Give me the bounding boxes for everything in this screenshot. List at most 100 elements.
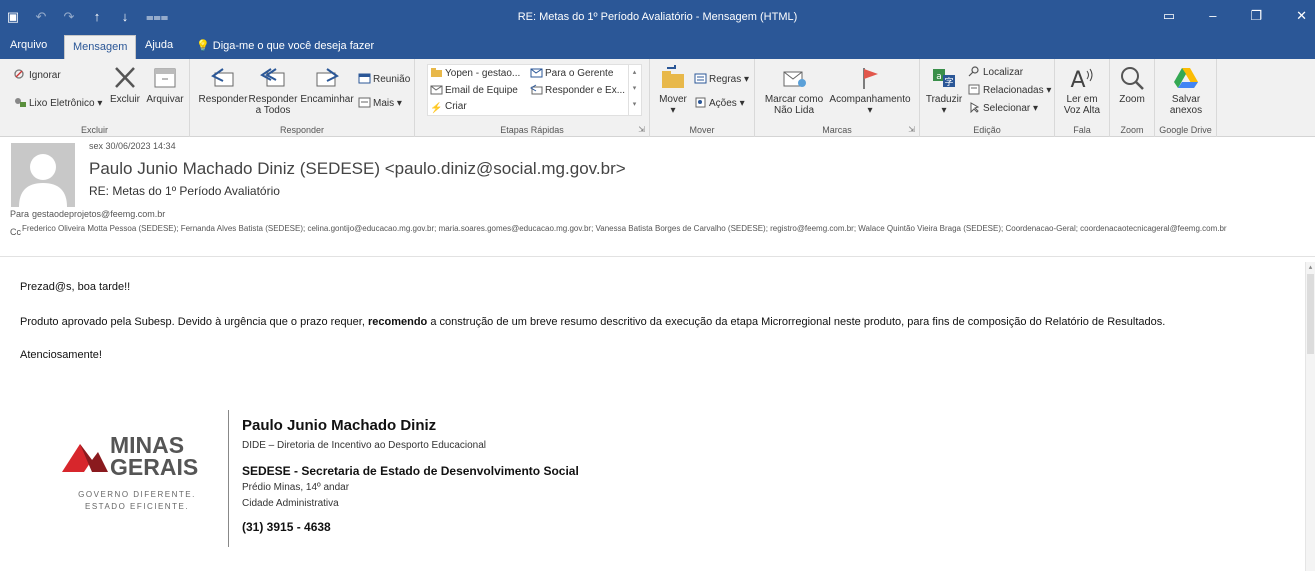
body-paragraph: Produto aprovado pela Subesp. Devido à u… — [20, 316, 1165, 328]
read-aloud-button[interactable]: A Ler em Voz Alta — [1058, 65, 1106, 116]
group-zoom: Zoom Zoom — [1110, 59, 1155, 137]
follow-up-button[interactable]: Acompanhamento ▾ — [827, 65, 913, 116]
signature-name: Paulo Junio Machado Diniz — [242, 417, 437, 434]
folder-icon — [431, 68, 442, 77]
group-etapas-rapidas: Yopen - gestao... Para o Gerente Email d… — [415, 59, 650, 137]
logo-tagline-1: GOVERNO DIFERENTE. — [78, 490, 196, 499]
svg-text:字: 字 — [944, 76, 953, 88]
move-folder-icon — [662, 65, 684, 88]
quick-step-yopen[interactable]: Yopen - gestao... — [430, 67, 520, 79]
quick-step-para-gerente[interactable]: Para o Gerente — [530, 67, 613, 79]
actions-icon — [695, 97, 706, 108]
archive-button[interactable]: Arquivar — [145, 65, 185, 105]
signature-org: SEDESE - Secretaria de Estado de Desenvo… — [242, 464, 579, 478]
logo-text-minas: MINAS — [110, 432, 185, 458]
junk-email-button[interactable]: Lixo Eletrônico ▾ — [14, 97, 102, 109]
cc-label: Cc — [10, 227, 21, 237]
zoom-icon — [1121, 67, 1144, 90]
group-excluir: Ignorar Lixo Eletrônico ▾ Excluir Arquiv… — [0, 59, 190, 137]
group-label-fala: Fala — [1073, 125, 1091, 135]
to-manager-icon — [530, 68, 543, 78]
tab-mensagem[interactable]: Mensagem — [64, 35, 137, 59]
translate-icon: a字 — [933, 69, 955, 88]
cc-recipients[interactable]: Frederico Oliveira Motta Pessoa (SEDESE)… — [22, 224, 1250, 234]
tell-me-label: Diga-me o que você deseja fazer — [212, 40, 375, 52]
translate-button[interactable]: a字 Traduzir ▾ — [924, 65, 964, 116]
quick-step-criar[interactable]: ⚡ Criar — [430, 101, 467, 114]
body-paragraph-bold: recomendo — [367, 316, 428, 328]
mark-unread-icon — [783, 71, 806, 87]
rules-button[interactable]: Regras ▾ — [694, 73, 749, 85]
minimize-icon[interactable]: – — [1209, 8, 1216, 24]
message-subject: RE: Metas do 1º Período Avaliatório — [89, 184, 280, 198]
tab-ajuda[interactable]: Ajuda — [145, 39, 173, 51]
sender-avatar — [11, 143, 75, 207]
ribbon: Ignorar Lixo Eletrônico ▾ Excluir Arquiv… — [0, 59, 1315, 137]
signature-divider — [228, 410, 229, 547]
mark-unread-button[interactable]: Marcar como Não Lida — [763, 65, 825, 116]
window-title: RE: Metas do 1º Período Avaliatório - Me… — [517, 11, 798, 23]
group-label-edicao: Edição — [973, 125, 1001, 135]
group-label-etapas: Etapas Rápidas — [500, 125, 564, 135]
logo-mountain-icon — [62, 444, 108, 472]
move-button[interactable]: Mover ▾ — [656, 65, 690, 116]
logo-text-gerais: GERAIS — [110, 454, 199, 480]
message-date: sex 30/06/2023 14:34 — [89, 141, 176, 151]
tell-me-search[interactable]: 💡 Diga-me o que você deseja fazer — [196, 39, 374, 52]
group-label-gdrive: Google Drive — [1159, 125, 1212, 135]
find-button[interactable]: Localizar — [968, 66, 1023, 78]
ribbon-tabs: Arquivo Mensagem Ajuda 💡 Diga-me o que v… — [0, 35, 1315, 59]
quick-steps-launcher-icon[interactable]: ⇲ — [638, 125, 645, 134]
group-responder: Responder Responder a Todos Encaminhar Re… — [190, 59, 415, 137]
reply-button[interactable]: Responder — [198, 65, 248, 105]
window-controls: ▭ – ❐ ✕ — [1163, 8, 1307, 24]
lightning-icon: ⚡ — [430, 103, 443, 114]
to-line: Para gestaodeprojetos@feemg.com.br — [10, 209, 165, 219]
select-button[interactable]: Selecionar ▾ — [968, 102, 1038, 114]
find-icon — [968, 66, 979, 77]
close-icon[interactable]: ✕ — [1296, 8, 1307, 24]
quick-step-email-equipe[interactable]: Email de Equipe — [430, 84, 518, 96]
scroll-up-icon[interactable]: ▴ — [1307, 264, 1314, 271]
group-label-excluir: Excluir — [80, 125, 108, 135]
ribbon-display-options-icon[interactable]: ▭ — [1163, 8, 1175, 24]
lightbulb-icon: 💡 — [196, 40, 210, 52]
more-respond-button[interactable]: Mais ▾ — [358, 97, 402, 109]
group-edicao: a字 Traduzir ▾ Localizar Relacionadas ▾ Se… — [920, 59, 1055, 137]
restore-icon[interactable]: ❐ — [1250, 8, 1262, 24]
tab-arquivo[interactable]: Arquivo — [10, 39, 47, 51]
quick-steps-scroll[interactable]: ▴ ▾ ▾ — [628, 65, 640, 115]
related-button[interactable]: Relacionadas ▾ — [968, 84, 1051, 96]
group-google-drive: Salvar anexos Google Drive — [1155, 59, 1217, 137]
quick-step-responder-excluir[interactable]: Responder e Ex... — [530, 84, 625, 96]
group-marcas: Marcar como Não Lida Acompanhamento ▾ Marc… — [755, 59, 920, 137]
save-attachments-button[interactable]: Salvar anexos — [1161, 65, 1211, 116]
reply-all-icon — [260, 68, 285, 87]
read-aloud-icon: A — [1070, 68, 1093, 91]
forward-icon — [316, 68, 339, 87]
signature-dept: DIDE – Diretoria de Incentivo ao Desport… — [242, 440, 487, 451]
reply-icon — [211, 68, 234, 87]
ignore-button[interactable]: Ignorar — [14, 69, 61, 81]
sender[interactable]: Paulo Junio Machado Diniz (SEDESE) <paul… — [89, 159, 626, 179]
scroll-thumb[interactable] — [1307, 274, 1314, 354]
body-paragraph-start: Produto aprovado pela Subesp. Devido à u… — [20, 316, 368, 328]
related-icon — [968, 84, 980, 95]
minas-gerais-logo: MINAS GERAIS GOVERNO DIFERENTE. ESTADO E… — [60, 434, 215, 519]
meeting-icon — [358, 73, 371, 84]
delete-button[interactable]: Excluir — [108, 65, 142, 105]
body-scrollbar[interactable]: ▴ — [1305, 262, 1315, 571]
flag-icon — [863, 68, 878, 89]
body-paragraph-end: a construção de um breve resumo descriti… — [427, 316, 1166, 328]
group-fala: A Ler em Voz Alta Fala — [1055, 59, 1110, 137]
meeting-button[interactable]: Reunião — [358, 73, 410, 85]
reply-all-button[interactable]: Responder a Todos — [248, 65, 298, 116]
marcas-launcher-icon[interactable]: ⇲ — [908, 125, 915, 134]
select-cursor-icon — [970, 102, 980, 113]
zoom-button[interactable]: Zoom — [1113, 65, 1151, 105]
forward-button[interactable]: Encaminhar — [300, 65, 354, 105]
to-recipient[interactable]: gestaodeprojetos@feemg.com.br — [32, 209, 165, 219]
svg-text:a: a — [936, 72, 942, 82]
actions-button[interactable]: Ações ▾ — [694, 97, 745, 109]
person-silhouette-icon — [19, 154, 67, 207]
